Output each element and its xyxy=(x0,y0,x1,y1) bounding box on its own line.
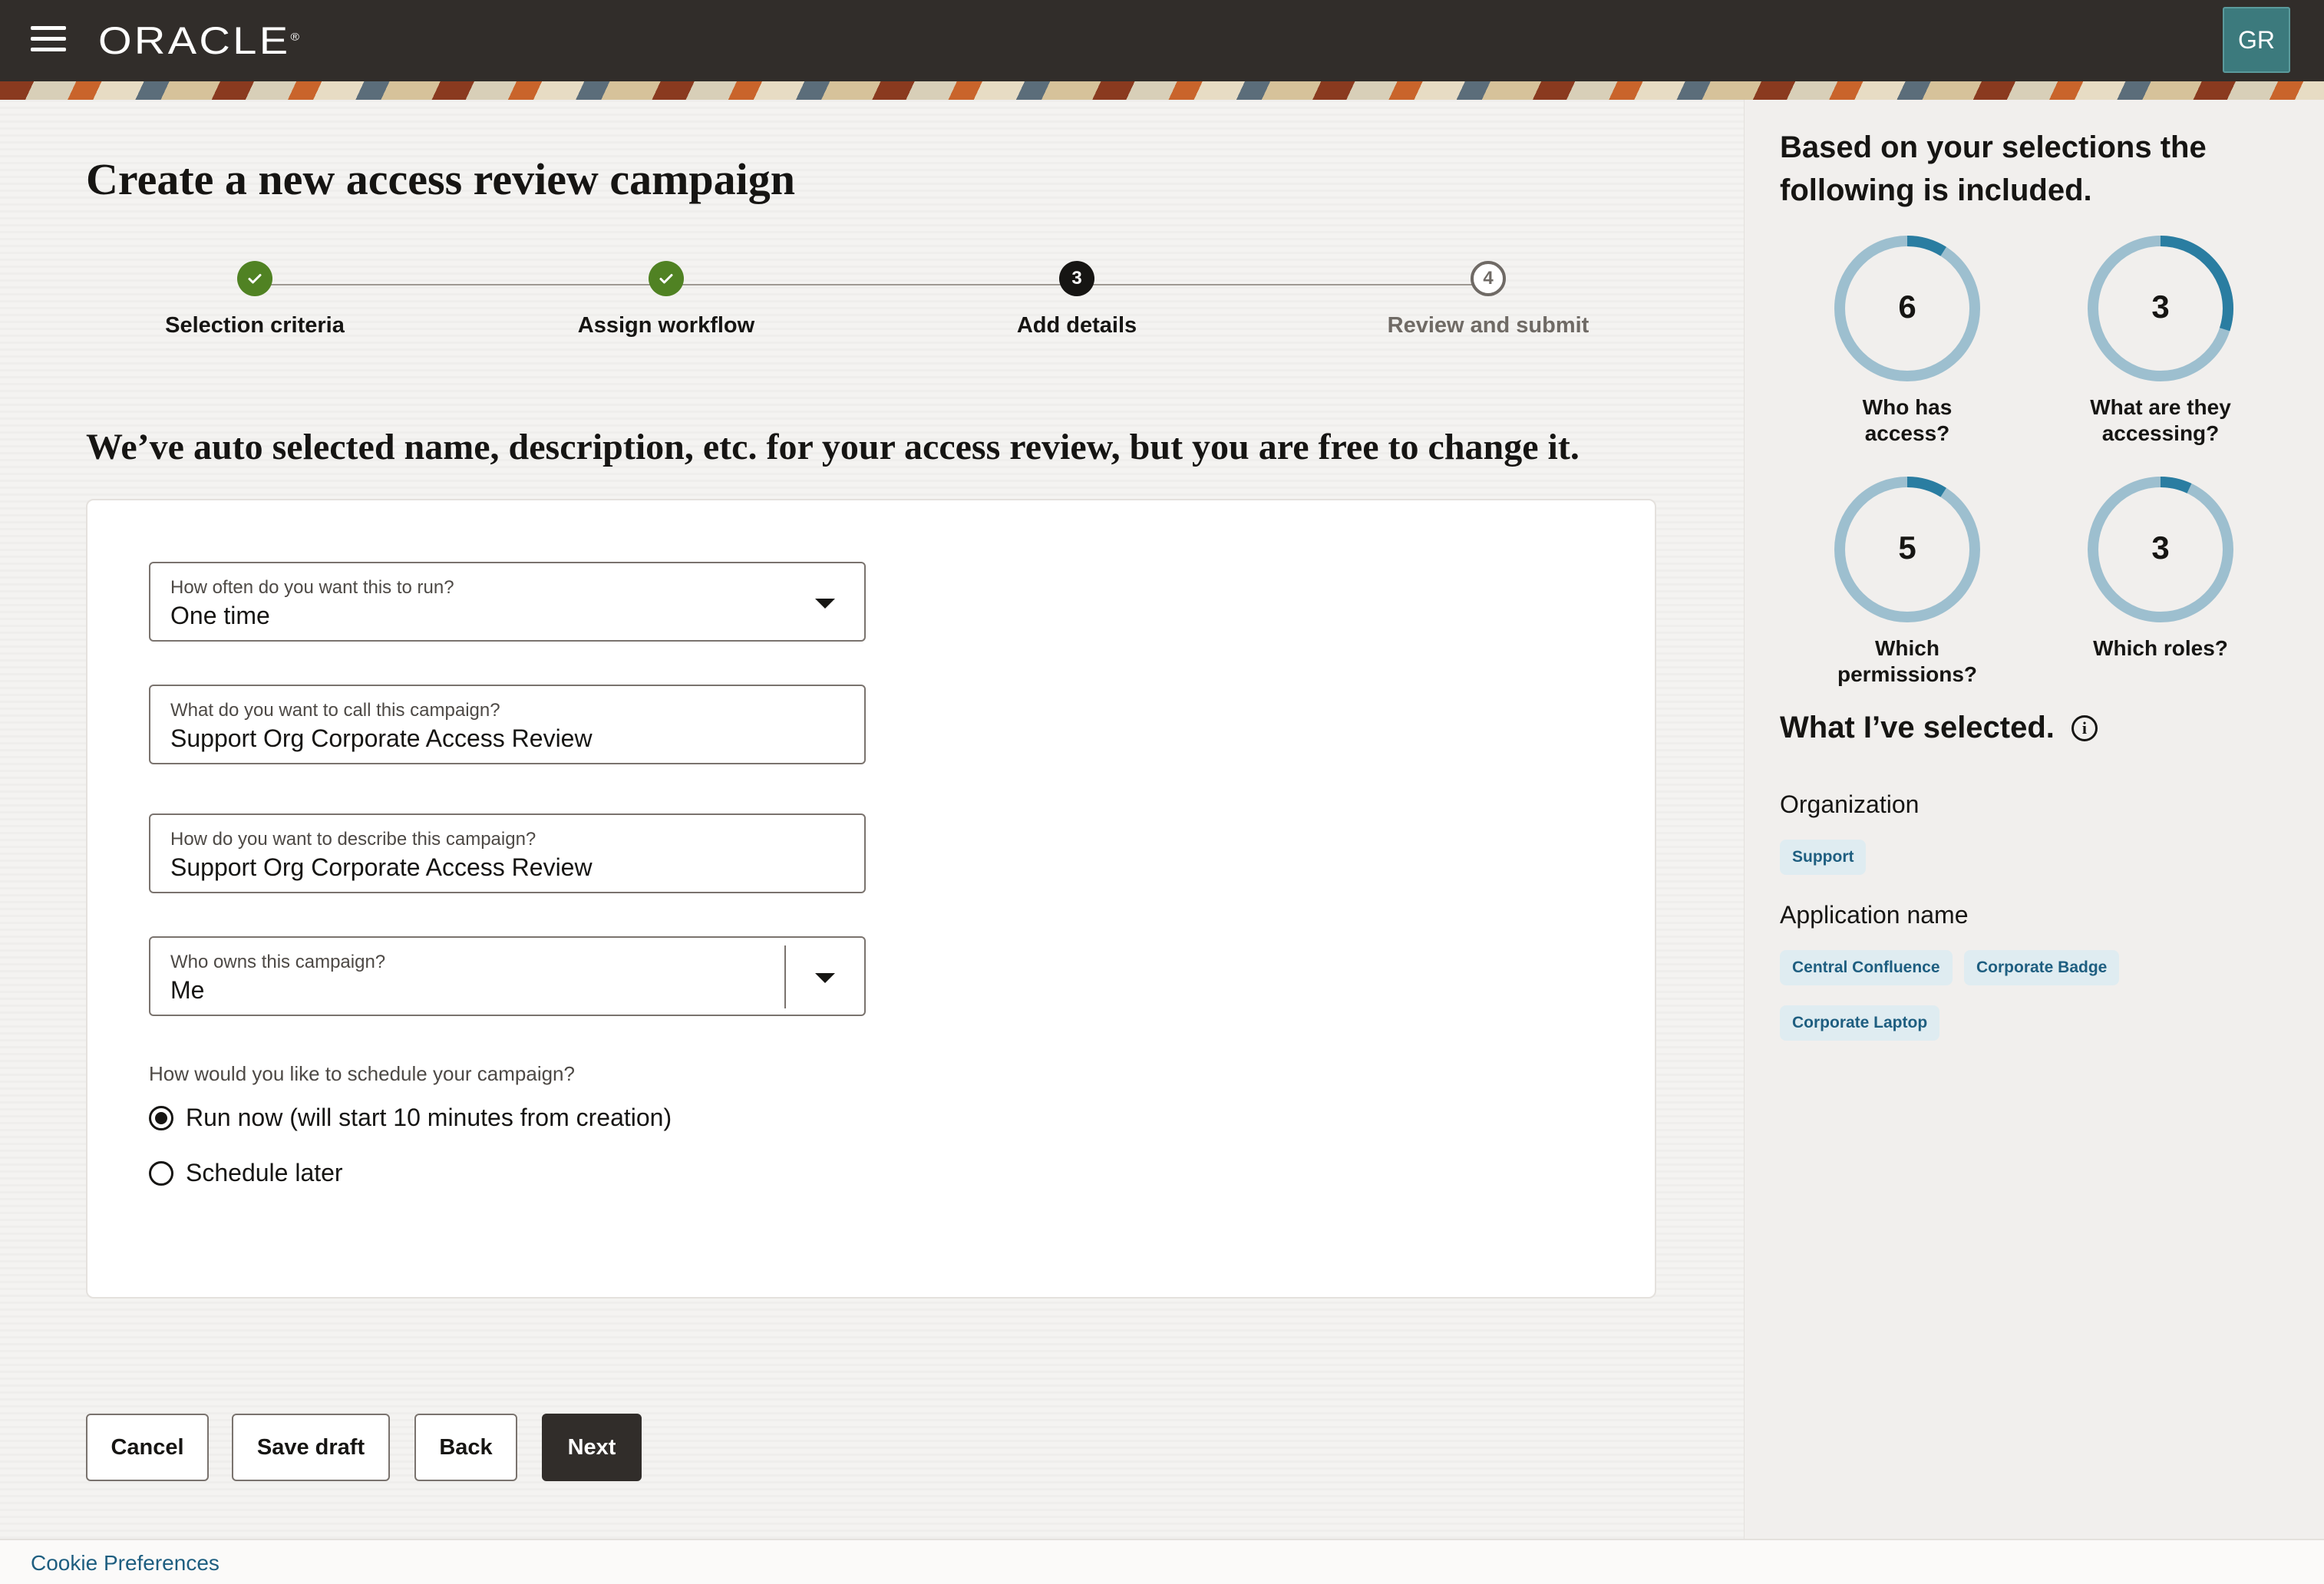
oracle-logo[interactable]: ORACLE® xyxy=(98,18,299,63)
next-button[interactable]: Next xyxy=(542,1414,642,1481)
organization-chip[interactable]: Support xyxy=(1780,840,1867,875)
radio-schedule-later[interactable]: Schedule later xyxy=(149,1159,343,1187)
campaign-description-input[interactable]: How do you want to describe this campaig… xyxy=(149,813,866,893)
radio-unselected-icon[interactable] xyxy=(149,1160,173,1186)
progress-stepper: Selection criteria Assign workflow 3 Add… xyxy=(86,261,1633,384)
field-divider xyxy=(784,945,786,1008)
application-chip[interactable]: Corporate Laptop xyxy=(1780,1005,1940,1041)
radio-run-now[interactable]: Run now (will start 10 minutes from crea… xyxy=(149,1104,672,1132)
check-icon xyxy=(237,261,272,296)
field-label: Who owns this campaign? xyxy=(170,952,386,972)
summary-panel: Based on your selections the following i… xyxy=(1744,100,2324,1539)
field-label: How often do you want this to run? xyxy=(170,577,454,598)
step-add-details[interactable]: 3 Add details xyxy=(923,261,1230,338)
stat-value: 6 xyxy=(1898,289,1916,325)
main-content: Create a new access review campaign Sele… xyxy=(0,100,1744,1539)
stat-label: Which roles? xyxy=(2093,636,2228,660)
step-label: Review and submit xyxy=(1387,313,1589,338)
stat-value: 3 xyxy=(2151,289,2170,325)
details-form-card: How often do you want this to run? One t… xyxy=(86,499,1656,1299)
radio-label: Run now (will start 10 minutes from crea… xyxy=(186,1104,672,1131)
info-icon[interactable]: i xyxy=(2071,714,2098,741)
summary-title: Based on your selections the following i… xyxy=(1780,130,2207,207)
stat-who-has-access[interactable]: 6 Who has access? xyxy=(1823,232,1992,447)
section-subtitle: We’ve auto selected name, description, e… xyxy=(86,427,1580,467)
selected-title: What I’ve selected. i xyxy=(1780,711,2098,745)
frequency-select[interactable]: How often do you want this to run? One t… xyxy=(149,562,866,642)
stat-which-permissions[interactable]: 5 Which permissions? xyxy=(1823,473,1992,688)
field-label: What do you want to call this campaign? xyxy=(170,700,500,721)
application-heading: Application name xyxy=(1780,901,1969,929)
save-draft-button[interactable]: Save draft xyxy=(232,1414,390,1481)
step-selection-criteria[interactable]: Selection criteria xyxy=(101,261,408,338)
field-value[interactable]: Me xyxy=(170,976,204,1005)
check-icon xyxy=(649,261,684,296)
cancel-button[interactable]: Cancel xyxy=(86,1414,209,1481)
top-bar: ORACLE® GR xyxy=(0,0,2324,81)
stat-label: Which permissions? xyxy=(1837,636,1978,686)
step-number: 4 xyxy=(1471,261,1506,296)
cookie-preferences-link[interactable]: Cookie Preferences xyxy=(31,1551,220,1576)
step-review-and-submit[interactable]: 4 Review and submit xyxy=(1335,261,1642,338)
stat-value: 3 xyxy=(2151,530,2170,566)
step-label: Selection criteria xyxy=(165,313,345,338)
stat-what-accessing[interactable]: 3 What are they accessing? xyxy=(2076,232,2245,447)
back-button[interactable]: Back xyxy=(414,1414,517,1481)
chevron-down-icon[interactable] xyxy=(815,973,835,983)
stat-label: Who has access? xyxy=(1862,395,1953,445)
step-assign-workflow[interactable]: Assign workflow xyxy=(513,261,820,338)
application-chip[interactable]: Corporate Badge xyxy=(1964,950,2120,985)
stat-which-roles[interactable]: 3 Which roles? xyxy=(2076,473,2245,662)
stat-value: 5 xyxy=(1898,530,1916,566)
decorative-banner xyxy=(0,81,2324,100)
radio-label: Schedule later xyxy=(186,1159,343,1186)
step-number: 3 xyxy=(1059,261,1094,296)
user-avatar[interactable]: GR xyxy=(2223,7,2290,73)
field-value: One time xyxy=(170,602,270,629)
footer: Cookie Preferences xyxy=(0,1539,2324,1584)
field-value[interactable]: Support Org Corporate Access Review xyxy=(170,853,593,882)
campaign-name-input[interactable]: What do you want to call this campaign? … xyxy=(149,685,866,764)
field-value[interactable]: Support Org Corporate Access Review xyxy=(170,724,593,753)
chevron-down-icon[interactable] xyxy=(815,599,835,609)
hamburger-menu-icon[interactable] xyxy=(31,26,66,55)
application-chip[interactable]: Central Confluence xyxy=(1780,950,1953,985)
radio-selected-icon[interactable] xyxy=(149,1105,173,1130)
stat-label: What are they accessing? xyxy=(2090,395,2231,445)
page-title: Create a new access review campaign xyxy=(86,154,796,204)
stepper-track xyxy=(255,284,1483,285)
selected-title-text: What I’ve selected. xyxy=(1780,711,2055,744)
step-label: Assign workflow xyxy=(577,313,755,338)
owner-select[interactable]: Who owns this campaign? Me xyxy=(149,936,866,1016)
schedule-label: How would you like to schedule your camp… xyxy=(149,1062,575,1085)
field-label: How do you want to describe this campaig… xyxy=(170,829,536,850)
step-label: Add details xyxy=(1016,313,1137,338)
organization-heading: Organization xyxy=(1780,790,1920,818)
